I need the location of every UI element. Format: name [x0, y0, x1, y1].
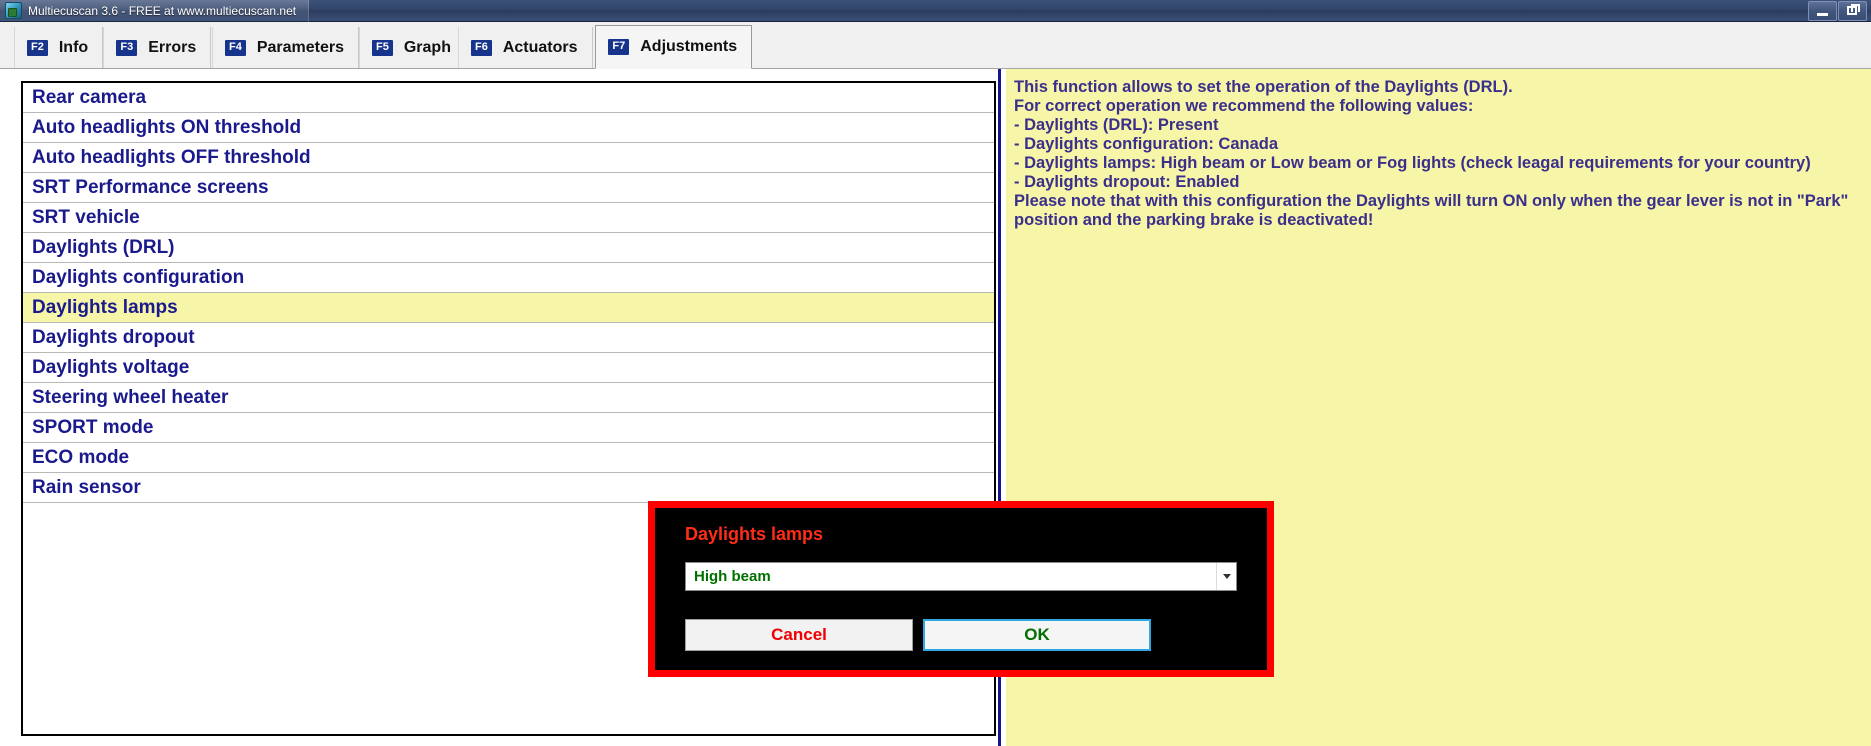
help-text-line: - Daylights dropout: Enabled [1014, 173, 1240, 191]
list-item[interactable]: Daylights (DRL) [23, 233, 994, 263]
list-item[interactable]: Daylights configuration [23, 263, 994, 293]
titlebar-caption-area: Multiecuscan 3.6 - FREE at www.multiecus… [0, 0, 310, 22]
minimize-icon [1817, 13, 1828, 16]
list-item[interactable]: Daylights lamps [23, 293, 994, 323]
help-text-line: - Daylights configuration: Canada [1014, 135, 1279, 153]
help-text-line: - Daylights (DRL): Present [1014, 116, 1219, 134]
tab-info[interactable]: F2 Info [14, 27, 104, 68]
list-item[interactable]: SRT vehicle [23, 203, 994, 233]
tab-fkey-badge: F4 [225, 39, 246, 56]
dialog-button-row: Cancel OK [685, 619, 1245, 651]
tab-label: Errors [148, 38, 197, 56]
dialog-title: Daylights lamps [685, 524, 824, 544]
tab-label: Info [58, 38, 89, 56]
tab-fkey-badge: F7 [608, 39, 630, 55]
window-titlebar: Multiecuscan 3.6 - FREE at www.multiecus… [0, 0, 1871, 22]
tab-fkey-badge: F3 [116, 39, 138, 56]
help-text-line: Please note that with this configuration… [1014, 192, 1849, 210]
ok-button[interactable]: OK [923, 619, 1151, 651]
tab-label: Parameters [256, 38, 345, 56]
adjustments-workarea: Rear camera Auto headlights ON threshold A… [0, 69, 1871, 746]
list-item[interactable]: Daylights voltage [23, 353, 994, 383]
select-value: High beam [694, 568, 771, 585]
caret-glyph [1222, 574, 1231, 579]
restore-button[interactable] [1838, 1, 1867, 21]
tab-fkey-badge: F2 [27, 39, 48, 56]
daylights-lamps-select[interactable]: High beam [685, 562, 1237, 591]
list-item[interactable]: Rain sensor [23, 473, 994, 503]
list-item[interactable]: Steering wheel heater [23, 383, 994, 413]
tab-label: Actuators [502, 38, 578, 56]
main-tabstrip: F2 Info F3 Errors F4 Parameters F5 Graph F6 Actua… [0, 22, 1871, 69]
list-item[interactable]: SRT Performance screens [23, 173, 994, 203]
window-title: Multiecuscan 3.6 - FREE at www.multiecus… [28, 3, 297, 18]
list-item[interactable]: Rear camera [23, 83, 994, 113]
cancel-button[interactable]: Cancel [685, 619, 913, 651]
help-text-line: position and the parking brake is deacti… [1014, 211, 1374, 229]
list-item[interactable]: SPORT mode [23, 413, 994, 443]
multiecuscan-logo-icon [5, 2, 22, 19]
help-text-line: - Daylights lamps: High beam or Low beam… [1014, 154, 1811, 172]
tab-fkey-badge: F6 [471, 39, 492, 56]
tab-adjustments[interactable]: F7 Adjustments [595, 25, 753, 69]
tab-label: Graph [403, 38, 451, 56]
list-item[interactable]: Daylights dropout [23, 323, 994, 353]
window-controls[interactable] [1808, 1, 1867, 21]
tab-actuators[interactable]: F6 Actuators [458, 27, 593, 68]
list-item[interactable]: Auto headlights OFF threshold [23, 143, 994, 173]
list-item[interactable]: ECO mode [23, 443, 994, 473]
tab-fkey-badge: F5 [372, 39, 393, 56]
tab-graph[interactable]: F5 Graph [359, 27, 466, 68]
tab-label: Adjustments [640, 38, 738, 55]
help-text-line: For correct operation we recommend the f… [1014, 97, 1474, 115]
list-item[interactable]: Auto headlights ON threshold [23, 113, 994, 143]
daylights-lamps-dialog: Daylights lamps High beam Cancel OK [648, 501, 1274, 677]
minimize-button[interactable] [1808, 1, 1837, 21]
restore-icon [1847, 4, 1860, 15]
help-text-line: This function allows to set the operatio… [1014, 78, 1513, 96]
tab-errors[interactable]: F3 Errors [103, 27, 212, 68]
tab-parameters[interactable]: F4 Parameters [212, 27, 360, 68]
chevron-down-icon[interactable] [1216, 563, 1236, 590]
